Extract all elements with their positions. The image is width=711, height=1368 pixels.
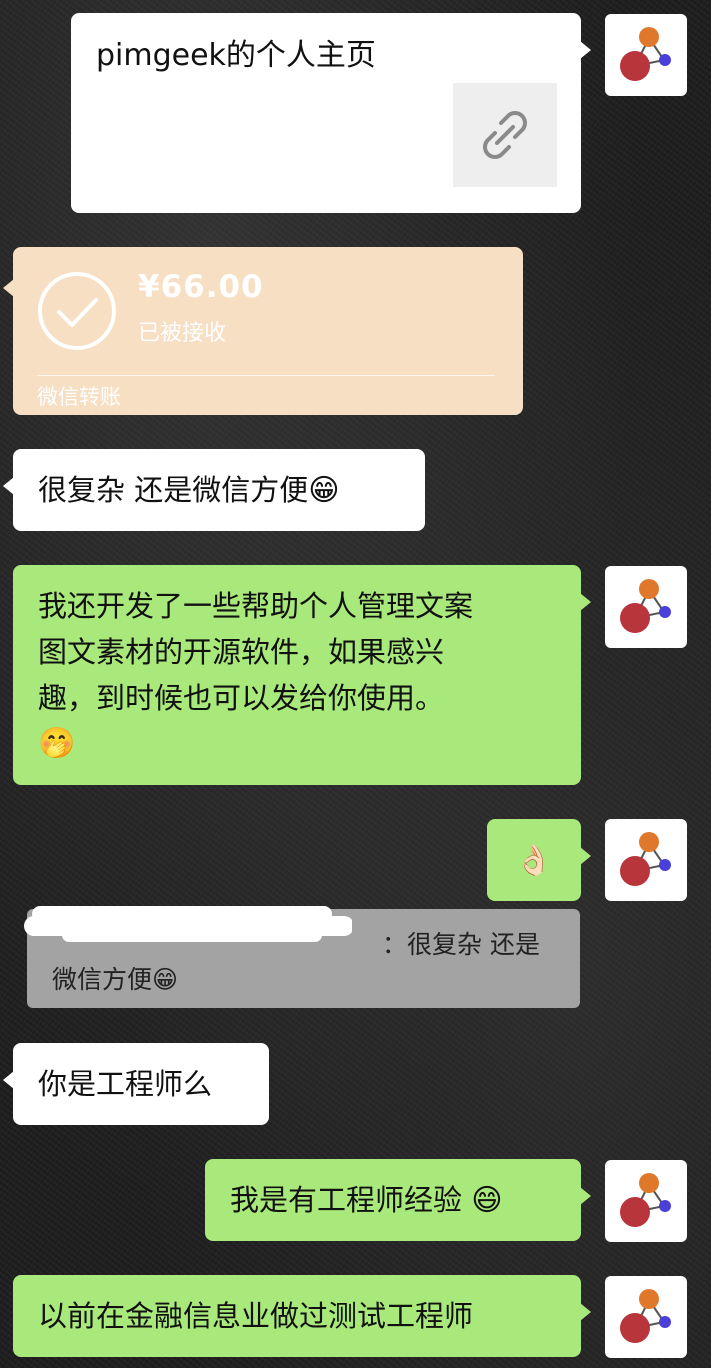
avatar[interactable] <box>605 1276 687 1358</box>
molecule-avatar-icon <box>620 27 671 81</box>
transfer-card-message[interactable]: ¥66.00 已被接收 微信转账 <box>3 247 523 415</box>
avatar[interactable] <box>605 819 687 901</box>
grinning-emoji-icon: 😁 <box>308 473 340 508</box>
redaction-mark <box>22 900 352 942</box>
message-text-line: 我还开发了一些帮助个人管理文案 <box>38 589 474 623</box>
message-text: 你是工程师么 <box>38 1067 213 1101</box>
message-text-line: 图文素材的开源软件，如果感兴 <box>38 635 445 669</box>
link-card-thumbnail <box>453 83 557 187</box>
avatar[interactable] <box>605 1160 687 1242</box>
check-circle-icon <box>38 272 116 350</box>
divider <box>37 375 495 376</box>
link-card-message[interactable]: pimgeek的个人主页 <box>71 13 591 213</box>
molecule-avatar-icon <box>620 1289 671 1343</box>
avatar[interactable] <box>605 566 687 648</box>
molecule-avatar-icon <box>620 1173 671 1227</box>
molecule-avatar-icon <box>620 832 671 886</box>
message-text-line: 趣，到时候也可以发给你使用。 <box>38 681 445 715</box>
link-card-title: pimgeek的个人主页 <box>96 38 376 73</box>
transfer-label: 微信转账 <box>37 385 121 409</box>
received-message[interactable]: 很复杂 还是微信方便😁 <box>3 449 425 531</box>
molecule-avatar-icon <box>620 579 671 633</box>
grinning-emoji-icon: 😁 <box>152 965 179 994</box>
sent-message[interactable]: 我还开发了一些帮助个人管理文案 图文素材的开源软件，如果感兴 趣，到时候也可以发… <box>13 565 591 785</box>
avatar[interactable] <box>605 14 687 96</box>
transfer-amount: ¥66.00 <box>138 269 264 305</box>
smiling-emoji-icon: 😄 <box>471 1183 503 1218</box>
hand-over-mouth-emoji-icon: 🤭 <box>38 726 76 761</box>
sent-message[interactable]: 以前在金融信息业做过测试工程师 <box>13 1275 591 1357</box>
transfer-status: 已被接收 <box>138 321 227 346</box>
sent-message[interactable]: 👌🏻 <box>487 819 591 901</box>
message-text: 以前在金融信息业做过测试工程师 <box>38 1299 474 1333</box>
sent-message[interactable]: 我是有工程师经验 😄 <box>205 1159 591 1241</box>
ok-hand-emoji-icon: 👌🏻 <box>515 843 553 878</box>
message-text: 很复杂 还是微信方便 <box>38 473 309 507</box>
message-text: 我是有工程师经验 <box>230 1183 472 1217</box>
link-icon <box>483 111 527 159</box>
received-message[interactable]: 你是工程师么 <box>3 1043 269 1125</box>
